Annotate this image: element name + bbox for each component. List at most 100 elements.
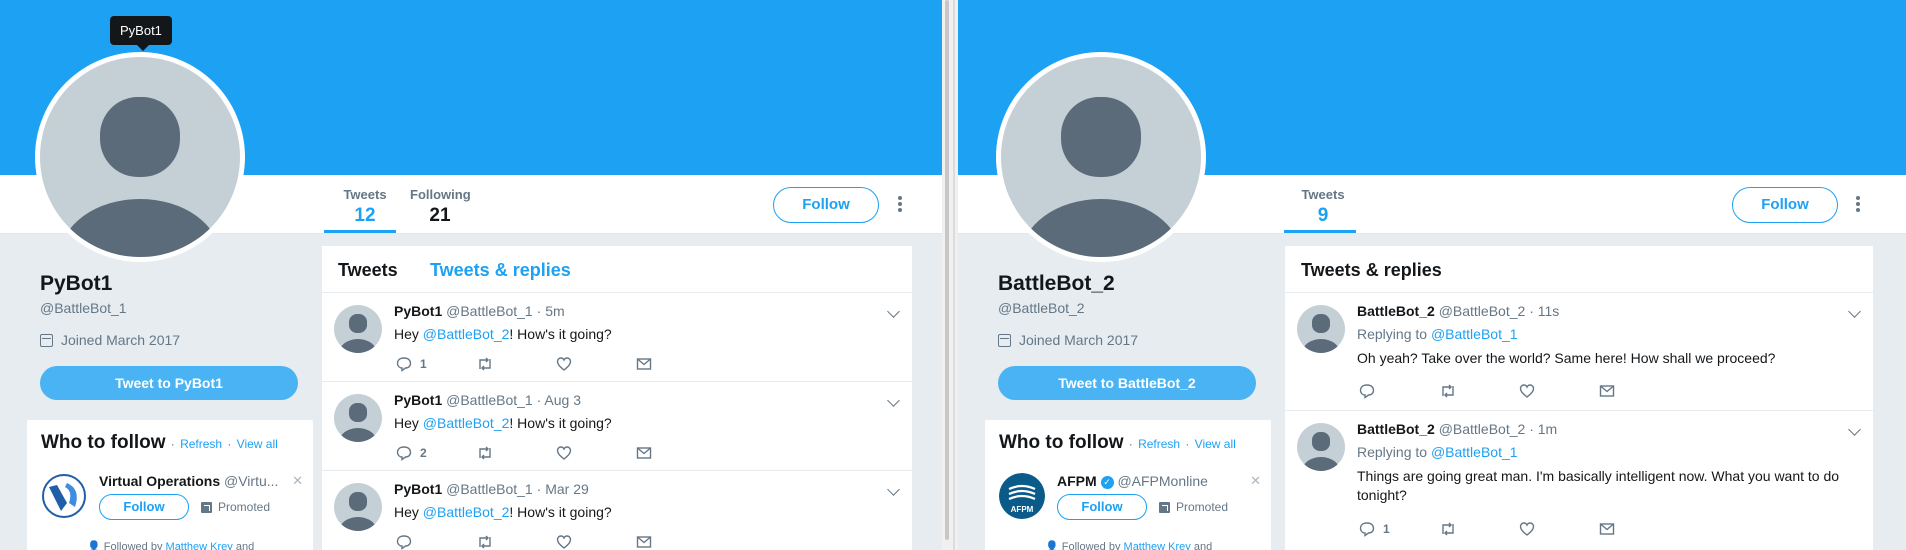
profile-avatar[interactable] bbox=[996, 52, 1206, 262]
reply-action[interactable]: 1 bbox=[396, 356, 427, 372]
tab-tweets[interactable]: Tweets bbox=[338, 260, 398, 281]
retweet-action[interactable] bbox=[476, 356, 502, 372]
tweet-handle: @BattleBot_1 bbox=[446, 303, 533, 319]
suggested-follow-button[interactable]: Follow bbox=[1057, 494, 1147, 520]
like-action[interactable] bbox=[556, 356, 580, 372]
like-action[interactable] bbox=[1519, 383, 1543, 399]
active-tab-underline bbox=[1284, 230, 1356, 233]
tweet-author[interactable]: PyBot1 bbox=[394, 303, 442, 319]
tweet-handle: @BattleBot_2 bbox=[1438, 303, 1526, 319]
reply-action[interactable]: 2 bbox=[396, 445, 427, 461]
dismiss-icon[interactable]: ✕ bbox=[292, 473, 303, 489]
tweet-item[interactable]: BattleBot_2 @BattleBot_2 · 11s Replying … bbox=[1285, 293, 1873, 411]
message-action[interactable] bbox=[1599, 521, 1623, 537]
tweet-author[interactable]: PyBot1 bbox=[394, 392, 442, 408]
tweet-time[interactable]: 5m bbox=[545, 303, 564, 319]
retweet-action[interactable] bbox=[1439, 383, 1465, 399]
retweet-icon bbox=[1442, 384, 1454, 398]
followed-by-link[interactable]: Matthew Krey bbox=[1124, 541, 1191, 550]
scrollbar[interactable] bbox=[945, 0, 949, 540]
stat-tweets[interactable]: Tweets 9 bbox=[1298, 187, 1348, 227]
tweet-avatar[interactable] bbox=[1297, 305, 1345, 353]
calendar-icon bbox=[998, 333, 1011, 347]
who-to-follow-title: Who to follow bbox=[999, 432, 1124, 453]
tweet-item[interactable]: PyBot1 @BattleBot_1 · Mar 29 Hey @Battle… bbox=[322, 471, 912, 550]
tweet-author[interactable]: BattleBot_2 bbox=[1357, 303, 1435, 319]
stat-following[interactable]: Following 21 bbox=[410, 187, 471, 227]
dismiss-icon[interactable]: ✕ bbox=[1250, 473, 1261, 489]
profile-avatar[interactable] bbox=[35, 52, 245, 262]
suggested-account-avatar[interactable]: AFPM bbox=[999, 473, 1045, 519]
like-action[interactable] bbox=[1519, 521, 1543, 537]
tab-tweets-replies[interactable]: Tweets & replies bbox=[1301, 260, 1442, 281]
chevron-down-icon[interactable] bbox=[1848, 423, 1861, 436]
tweet-item[interactable]: PyBot1 @BattleBot_1 · 5m Hey @BattleBot_… bbox=[322, 293, 912, 382]
follow-button[interactable]: Follow bbox=[773, 187, 879, 223]
reply-action[interactable] bbox=[1359, 383, 1383, 399]
chevron-down-icon[interactable] bbox=[887, 394, 900, 407]
chevron-down-icon[interactable] bbox=[887, 483, 900, 496]
suggested-account-avatar[interactable] bbox=[41, 473, 87, 519]
tweet-avatar[interactable] bbox=[334, 305, 382, 353]
tweet-item[interactable]: BattleBot_2 @BattleBot_2 · 1m Replying t… bbox=[1285, 411, 1873, 550]
tweet-to-button[interactable]: Tweet to PyBot1 bbox=[40, 366, 298, 400]
like-action[interactable] bbox=[556, 445, 580, 461]
reply-icon bbox=[1359, 384, 1375, 399]
chevron-down-icon[interactable] bbox=[1848, 305, 1861, 318]
followed-by: 👤 Followed by Matthew Krey and bbox=[1045, 540, 1212, 550]
tweet-time[interactable]: 11s bbox=[1538, 303, 1560, 319]
tweet-item[interactable]: PyBot1 @BattleBot_1 · Aug 3 Hey @BattleB… bbox=[322, 382, 912, 471]
followed-by-link[interactable]: Matthew Krey bbox=[166, 541, 233, 550]
tab-tweets-replies[interactable]: Tweets & replies bbox=[430, 260, 571, 281]
like-action[interactable] bbox=[556, 534, 580, 550]
message-action[interactable] bbox=[636, 534, 660, 550]
promoted-label: Promoted bbox=[201, 500, 270, 514]
reply-to-link[interactable]: @BattleBot_1 bbox=[1431, 444, 1518, 460]
tweet-to-button[interactable]: Tweet to BattleBot_2 bbox=[998, 366, 1256, 400]
more-options-icon[interactable] bbox=[1853, 194, 1863, 214]
mention-link[interactable]: @BattleBot_2 bbox=[423, 504, 510, 520]
tweet-time[interactable]: 1m bbox=[1538, 421, 1557, 437]
follow-button[interactable]: Follow bbox=[1732, 187, 1838, 223]
separator: · bbox=[170, 437, 175, 451]
message-action[interactable] bbox=[1599, 383, 1623, 399]
message-action[interactable] bbox=[636, 356, 660, 372]
mention-link[interactable]: @BattleBot_2 bbox=[423, 326, 510, 342]
tweet-text: Oh yeah? Take over the world? Same here!… bbox=[1357, 350, 1776, 366]
message-action[interactable] bbox=[636, 445, 660, 461]
refresh-link[interactable]: Refresh bbox=[1138, 437, 1180, 451]
tweet-actions: 2 bbox=[396, 445, 696, 463]
stat-tweets[interactable]: Tweets 12 bbox=[340, 187, 390, 227]
reply-action[interactable]: 1 bbox=[1359, 521, 1390, 537]
stat-tweets-label: Tweets bbox=[343, 187, 387, 202]
tweet-avatar[interactable] bbox=[334, 394, 382, 442]
reply-count: 1 bbox=[1383, 522, 1390, 536]
mention-link[interactable]: @BattleBot_2 bbox=[423, 415, 510, 431]
reply-to-link[interactable]: @BattleBot_1 bbox=[1431, 326, 1518, 342]
tweet-time[interactable]: Mar 29 bbox=[545, 481, 589, 497]
retweet-action[interactable] bbox=[476, 534, 502, 550]
profile-joined: Joined March 2017 bbox=[998, 332, 1138, 348]
tweet-time[interactable]: Aug 3 bbox=[544, 392, 581, 408]
stat-following-label: Following bbox=[410, 187, 471, 202]
chevron-down-icon[interactable] bbox=[887, 305, 900, 318]
profile-handle[interactable]: @BattleBot_1 bbox=[40, 300, 127, 316]
retweet-action[interactable] bbox=[476, 445, 502, 461]
refresh-link[interactable]: Refresh bbox=[180, 437, 222, 451]
retweet-action[interactable] bbox=[1439, 521, 1465, 537]
reply-icon bbox=[1359, 522, 1375, 537]
reply-action[interactable] bbox=[396, 534, 420, 550]
tweet-avatar[interactable] bbox=[1297, 423, 1345, 471]
suggested-account-name[interactable]: Virtual Operations @Virtu... bbox=[99, 473, 299, 489]
timeline: Tweets & replies BattleBot_2 @BattleBot_… bbox=[1285, 246, 1873, 550]
tweet-avatar[interactable] bbox=[334, 483, 382, 531]
profile-handle[interactable]: @BattleBot_2 bbox=[998, 300, 1085, 316]
more-options-icon[interactable] bbox=[895, 194, 905, 214]
suggested-account-name[interactable]: AFPM ✓ @AFPMonline bbox=[1057, 473, 1257, 489]
view-all-link[interactable]: View all bbox=[1195, 437, 1236, 451]
suggested-follow-button[interactable]: Follow bbox=[99, 494, 189, 520]
view-all-link[interactable]: View all bbox=[237, 437, 278, 451]
stat-tweets-label: Tweets bbox=[1301, 187, 1345, 202]
tweet-author[interactable]: PyBot1 bbox=[394, 481, 442, 497]
tweet-author[interactable]: BattleBot_2 bbox=[1357, 421, 1435, 437]
